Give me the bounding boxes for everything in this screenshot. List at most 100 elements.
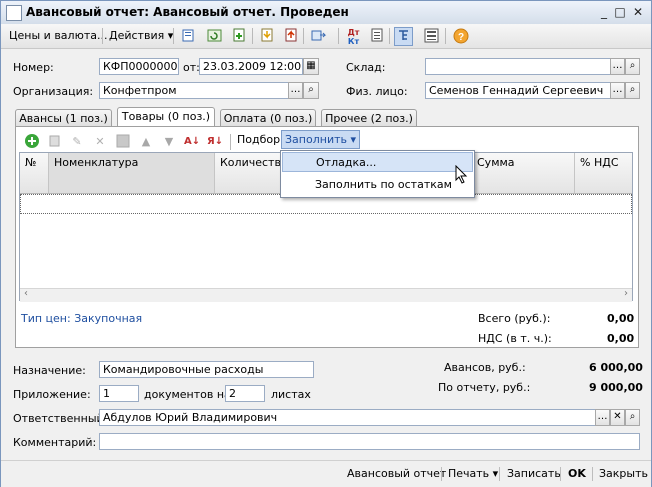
menu-item-fill-by-balances[interactable]: Заполнить по остаткам <box>282 175 473 195</box>
select-button[interactable]: … <box>595 409 610 426</box>
warehouse-field[interactable] <box>425 58 611 75</box>
fill-dropdown-menu: Отладка... Заполнить по остаткам <box>280 150 475 198</box>
column-header[interactable]: № <box>20 153 49 193</box>
select-button[interactable]: … <box>288 82 303 99</box>
total-value: 0,00 <box>607 312 635 325</box>
mouse-cursor-icon <box>455 165 468 184</box>
document-out-icon[interactable] <box>282 27 301 46</box>
list-settings-icon[interactable] <box>422 27 441 46</box>
select-button[interactable]: … <box>610 58 625 75</box>
maximize-button[interactable]: □ <box>612 5 628 19</box>
edit-icon[interactable]: ✎ <box>68 132 86 150</box>
pick-button[interactable]: Подбор <box>237 133 280 146</box>
attachment-count-field[interactable]: 1 <box>99 385 139 402</box>
scroll-right-icon[interactable]: › <box>624 288 628 299</box>
number-field[interactable]: КФП00000002 <box>99 58 179 75</box>
window: Авансовый отчет: Авансовый отчет. Провед… <box>0 0 652 487</box>
sort-desc-icon[interactable]: Я↓ <box>206 132 224 150</box>
separator <box>252 28 253 44</box>
sort-asc-icon[interactable]: A↓ <box>183 132 201 150</box>
advances-label: Авансов, руб.: <box>444 361 526 374</box>
sheets-count-field[interactable]: 2 <box>225 385 265 402</box>
clear-icon[interactable]: ✕ <box>610 409 625 426</box>
search-icon[interactable]: ⌕ <box>303 82 319 99</box>
fill-menu-button[interactable]: Заполнить ▾ <box>281 130 360 149</box>
column-header[interactable]: % НДС <box>575 153 632 193</box>
svg-text:?: ? <box>458 32 464 43</box>
add-icon[interactable] <box>23 132 41 150</box>
responsible-label: Ответственный: <box>13 412 108 425</box>
date-label: от: <box>183 61 200 74</box>
select-button[interactable]: … <box>610 82 625 99</box>
organization-label: Организация: <box>13 85 94 98</box>
scroll-left-icon[interactable]: ‹ <box>24 288 28 299</box>
actions-menu-button[interactable]: Действия ▾ <box>109 29 173 42</box>
menu-item-debug[interactable]: Отладка... <box>282 152 473 172</box>
write-button[interactable]: Записать <box>507 467 561 480</box>
title-bar[interactable]: Авансовый отчет: Авансовый отчет. Провед… <box>1 1 651 25</box>
separator <box>441 467 442 481</box>
help-icon[interactable]: ? <box>451 27 470 46</box>
search-icon[interactable]: ⌕ <box>625 409 640 426</box>
separator <box>499 467 500 481</box>
copy-row-icon[interactable] <box>46 132 64 150</box>
separator <box>560 467 561 481</box>
advances-value: 6 000,00 <box>589 361 643 374</box>
close-window-button[interactable]: Закрыть <box>599 467 648 480</box>
separator <box>230 134 231 150</box>
organization-field[interactable]: Конфетпром <box>99 82 289 99</box>
search-icon[interactable]: ⌕ <box>625 82 640 99</box>
date-field[interactable]: 23.03.2009 12:00:01 <box>199 58 303 75</box>
refresh-icon[interactable] <box>205 27 224 46</box>
purpose-field[interactable]: Командировочные расходы <box>99 361 314 378</box>
prices-currency-button[interactable]: Цены и валюта... <box>9 29 107 42</box>
separator <box>445 28 446 44</box>
separator <box>173 28 174 44</box>
main-toolbar: Цены и валюта... Действия ▾ Дт Кт ? <box>1 24 651 49</box>
tab-goods[interactable]: Товары (0 поз.) <box>117 107 215 127</box>
minimize-button[interactable]: _ <box>596 5 612 19</box>
price-type-link[interactable]: Тип цен: Закупочная <box>21 312 142 325</box>
vat-value: 0,00 <box>607 332 635 345</box>
calendar-icon[interactable]: ▦ <box>303 58 319 75</box>
total-label: Всего (руб.): <box>478 312 551 325</box>
move-up-icon[interactable]: ▲ <box>137 132 155 150</box>
horizontal-scrollbar[interactable]: ‹ › <box>20 288 632 302</box>
move-down-icon[interactable]: ▼ <box>160 132 178 150</box>
warehouse-label: Склад: <box>346 61 386 74</box>
close-button[interactable]: ✕ <box>630 5 646 19</box>
structure-icon[interactable] <box>368 27 387 46</box>
advance-report-print-button[interactable]: Авансовый отчет <box>347 467 446 480</box>
column-header[interactable]: Номенклатура <box>49 153 215 193</box>
person-field[interactable]: Семенов Геннадий Сергеевич <box>425 82 611 99</box>
vat-label: НДС (в т. ч.): <box>478 332 552 345</box>
save-icon[interactable] <box>114 132 132 150</box>
tab-payment[interactable]: Оплата (0 поз.) <box>220 109 316 126</box>
by-report-value: 9 000,00 <box>589 381 643 394</box>
copy-icon[interactable] <box>179 27 198 46</box>
ok-button[interactable]: OK <box>568 467 586 480</box>
document-icon <box>6 5 22 21</box>
responsible-field[interactable]: Абдулов Юрий Владимирович <box>99 409 596 426</box>
sheets-label: листах <box>271 388 311 401</box>
print-menu-button[interactable]: Печать ▾ <box>448 467 498 480</box>
separator <box>389 28 390 44</box>
comment-field[interactable] <box>99 433 640 450</box>
search-icon[interactable]: ⌕ <box>625 58 640 75</box>
delete-icon[interactable]: ✕ <box>91 132 109 150</box>
tab-other[interactable]: Прочее (2 поз.) <box>321 109 417 126</box>
separator <box>592 467 593 481</box>
debit-credit-icon[interactable]: Дт Кт <box>344 27 363 46</box>
separator <box>303 28 304 44</box>
column-header[interactable]: Сумма <box>475 153 575 193</box>
person-label: Физ. лицо: <box>346 85 408 98</box>
hierarchy-icon[interactable] <box>394 27 413 46</box>
documents-label: документов на <box>144 388 231 401</box>
go-to-icon[interactable] <box>310 27 329 46</box>
document-in-icon[interactable] <box>258 27 277 46</box>
separator <box>102 28 103 44</box>
tab-advances[interactable]: Авансы (1 поз.) <box>15 109 112 126</box>
bottom-bar: Авансовый отчет Печать ▾ Записать OK Зак… <box>1 460 651 487</box>
by-report-label: По отчету, руб.: <box>438 381 531 394</box>
post-icon[interactable] <box>230 27 249 46</box>
